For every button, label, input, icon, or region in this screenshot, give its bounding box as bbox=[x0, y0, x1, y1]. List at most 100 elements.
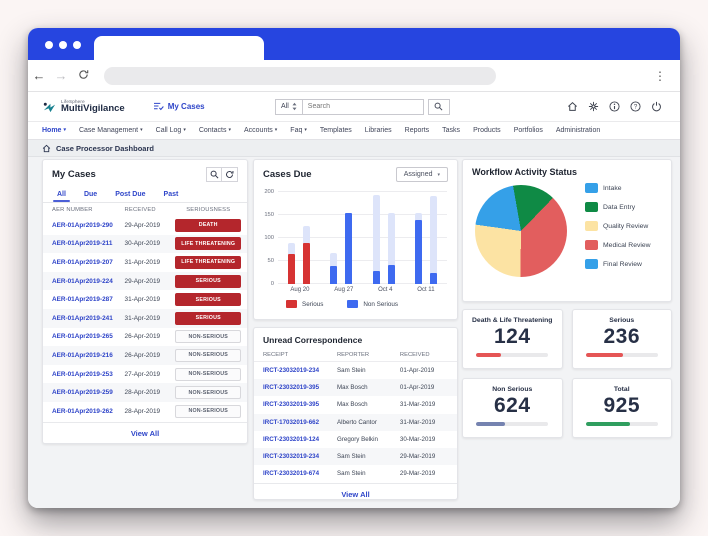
search-input[interactable] bbox=[302, 99, 424, 115]
aer-number-link[interactable]: AER-01Apr2019-207 bbox=[52, 259, 125, 266]
reporter-name: Sam Stein bbox=[337, 470, 400, 477]
tab-post-due[interactable]: Post Due bbox=[113, 188, 147, 202]
aer-number-link[interactable]: AER-01Apr2019-211 bbox=[52, 240, 125, 247]
seriousness-badge: NON-SERIOUS bbox=[175, 405, 241, 418]
x-axis-label: Oct 11 bbox=[417, 287, 434, 293]
bar bbox=[415, 213, 422, 284]
workflow-activity-panel: Workflow Activity Status IntakeData Entr… bbox=[462, 159, 672, 302]
legend-swatch bbox=[585, 259, 598, 269]
power-icon[interactable] bbox=[651, 101, 662, 112]
aer-number-link[interactable]: AER-01Apr2019-262 bbox=[52, 408, 125, 415]
window-control-dot[interactable] bbox=[45, 41, 53, 49]
window-control-dot[interactable] bbox=[59, 41, 67, 49]
search-scope-select[interactable]: All bbox=[275, 99, 302, 115]
tab-due[interactable]: Due bbox=[82, 188, 99, 202]
table-row: IRCT-23032019-395Max Bosch01-Apr-2019 bbox=[254, 379, 457, 396]
unread-view-all-link[interactable]: View All bbox=[254, 483, 457, 505]
received-date: 01-Apr-2019 bbox=[400, 384, 448, 391]
aer-number-link[interactable]: AER-01Apr2019-259 bbox=[52, 389, 125, 396]
panel-search-button[interactable] bbox=[206, 167, 222, 182]
browser-titlebar bbox=[28, 28, 680, 60]
nav-item-portfolios[interactable]: Portfolios bbox=[514, 127, 543, 134]
nav-item-faq[interactable]: Faq▾ bbox=[290, 127, 307, 134]
legend-swatch bbox=[347, 300, 358, 308]
tab-past[interactable]: Past bbox=[162, 188, 181, 202]
help-icon[interactable]: ? bbox=[630, 101, 641, 112]
bar-fill-non-serious bbox=[345, 213, 352, 284]
bar-fill-non-serious bbox=[415, 220, 422, 284]
nav-item-tasks[interactable]: Tasks bbox=[442, 127, 460, 134]
browser-window: ← → ⋮ LifeSphere MultiVigilance My Cases bbox=[28, 28, 680, 508]
seriousness-badge: NON-SERIOUS bbox=[175, 349, 241, 362]
back-button[interactable]: ← bbox=[28, 68, 50, 83]
sort-arrows-icon bbox=[292, 102, 297, 111]
table-row: AER-01Apr2019-22429-Apr-2019SERIOUS bbox=[43, 272, 247, 291]
nav-item-products[interactable]: Products bbox=[473, 127, 501, 134]
header-my-cases-link[interactable]: My Cases bbox=[153, 102, 205, 111]
window-controls[interactable] bbox=[45, 41, 81, 49]
stat-value: 236 bbox=[603, 324, 640, 349]
receipt-link[interactable]: IRCT-23032019-124 bbox=[263, 436, 337, 443]
gear-icon[interactable] bbox=[588, 101, 599, 112]
table-row: AER-01Apr2019-25928-Apr-2019NON-SERIOUS bbox=[43, 383, 247, 402]
tab-all[interactable]: All bbox=[55, 188, 68, 202]
home-icon[interactable] bbox=[567, 101, 578, 112]
browser-tab[interactable] bbox=[94, 36, 264, 60]
aer-number-link[interactable]: AER-01Apr2019-265 bbox=[52, 333, 125, 340]
legend-label: Intake bbox=[603, 185, 622, 192]
chevron-down-icon: ▾ bbox=[140, 127, 143, 133]
workflow-pie-chart bbox=[475, 185, 567, 277]
bar bbox=[330, 253, 337, 284]
reload-button[interactable] bbox=[72, 67, 94, 85]
receipt-link[interactable]: IRCT-23032019-674 bbox=[263, 470, 337, 477]
search-icon bbox=[434, 102, 443, 111]
aer-number-link[interactable]: AER-01Apr2019-253 bbox=[52, 371, 125, 378]
my-cases-view-all-link[interactable]: View All bbox=[43, 422, 247, 444]
search-button[interactable] bbox=[428, 99, 450, 115]
aer-number-link[interactable]: AER-01Apr2019-290 bbox=[52, 222, 125, 229]
aer-number-link[interactable]: AER-01Apr2019-216 bbox=[52, 352, 125, 359]
forward-button[interactable]: → bbox=[50, 68, 72, 83]
nav-item-call-log[interactable]: Call Log▾ bbox=[156, 127, 186, 134]
stat-label: Total bbox=[614, 386, 630, 393]
nav-item-templates[interactable]: Templates bbox=[320, 127, 352, 134]
page-title: Case Processor Dashboard bbox=[56, 144, 154, 153]
table-row: IRCT-23032019-234Sam Stein01-Apr-2019 bbox=[254, 362, 457, 379]
receipt-link[interactable]: IRCT-23032019-234 bbox=[263, 367, 337, 374]
browser-menu-icon[interactable]: ⋮ bbox=[654, 70, 666, 82]
my-cases-table-header: AER NUMBER RECEIVED SERIOUSNESS bbox=[43, 203, 247, 216]
nav-item-case-management[interactable]: Case Management▾ bbox=[79, 127, 143, 134]
address-bar[interactable] bbox=[104, 67, 496, 85]
y-axis-tick-label: 100 bbox=[258, 235, 274, 241]
nav-item-administration[interactable]: Administration bbox=[556, 127, 600, 134]
y-axis-tick-label: 200 bbox=[258, 189, 274, 195]
stat-value: 124 bbox=[494, 324, 531, 349]
chevron-down-icon: ▾ bbox=[437, 172, 440, 178]
panel-refresh-button[interactable] bbox=[222, 167, 238, 182]
legend-item-final-review: Final Review bbox=[585, 259, 651, 269]
aer-number-link[interactable]: AER-01Apr2019-241 bbox=[52, 315, 125, 322]
receipt-link[interactable]: IRCT-23032019-234 bbox=[263, 453, 337, 460]
nav-item-reports[interactable]: Reports bbox=[405, 127, 430, 134]
bar-fill-non-serious bbox=[430, 273, 437, 284]
nav-item-accounts[interactable]: Accounts▾ bbox=[244, 127, 277, 134]
cases-due-panel: Cases Due Assigned ▾ 050100150200 Aug 20… bbox=[253, 159, 458, 320]
chevron-down-icon: ▾ bbox=[183, 127, 186, 133]
list-check-icon bbox=[153, 102, 164, 111]
nav-item-home[interactable]: Home▾ bbox=[42, 127, 66, 134]
assigned-filter-dropdown[interactable]: Assigned ▾ bbox=[396, 167, 448, 182]
dashboard-content: My Cases AllD bbox=[28, 157, 680, 508]
info-icon[interactable] bbox=[609, 101, 620, 112]
aer-number-link[interactable]: AER-01Apr2019-287 bbox=[52, 296, 125, 303]
receipt-link[interactable]: IRCT-23032019-395 bbox=[263, 384, 337, 391]
nav-item-contacts[interactable]: Contacts▾ bbox=[199, 127, 231, 134]
receipt-link[interactable]: IRCT-23032019-395 bbox=[263, 401, 337, 408]
nav-item-libraries[interactable]: Libraries bbox=[365, 127, 392, 134]
lifesphere-logo-icon bbox=[42, 100, 57, 114]
receipt-link[interactable]: IRCT-17032019-662 bbox=[263, 419, 337, 426]
aer-number-link[interactable]: AER-01Apr2019-224 bbox=[52, 278, 125, 285]
reporter-name: Gregory Belkin bbox=[337, 436, 400, 443]
stat-progress-track bbox=[476, 422, 548, 426]
window-control-dot[interactable] bbox=[73, 41, 81, 49]
chevron-down-icon: ▾ bbox=[304, 127, 307, 133]
